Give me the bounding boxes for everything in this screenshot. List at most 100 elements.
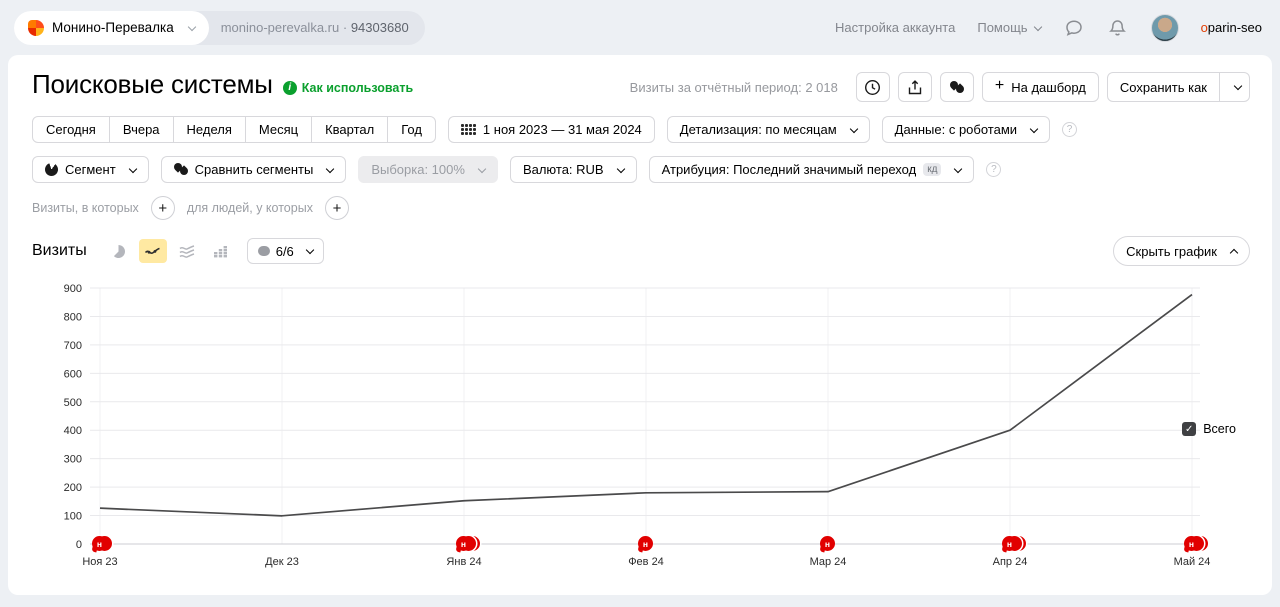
x-axis-label: Мар 24 [810,556,847,568]
compare-segments-icon [172,161,190,177]
page-title: Поисковые системы [32,69,273,99]
counter-domain: monino-perevalka.ru [220,20,340,35]
save-as-button[interactable]: Сохранить как [1106,72,1220,102]
how-to-use-link[interactable]: i Как использовать [282,80,414,95]
period-total-value: 2 018 [805,79,838,95]
counter-switcher[interactable]: Монино-Перевалка [14,10,209,45]
how-to-use-label: Как использовать [301,80,414,95]
visits-condition-label: Визиты, в которых [32,201,139,215]
add-visit-condition-button[interactable]: + [150,196,175,220]
schedule-button[interactable] [855,72,890,102]
export-button[interactable] [897,72,932,102]
meta-separator: · [342,20,348,35]
quick-range-button[interactable]: Год [387,116,436,143]
visits-line-chart[interactable]: 0 100 200 300 400 500 600 700 800 900 Ноя 23 Дек 23… [42,274,1212,574]
annotation-bubble-icon: н [1184,536,1199,551]
sampling-button[interactable]: Выборка: 100% [358,156,498,183]
chevron-down-icon [326,164,335,173]
detalization-button[interactable]: Детализация: по месяцам [666,116,870,143]
date-range-label: 1 ноя 2023 — 31 мая 2024 [482,122,642,137]
chart-type-area-icon[interactable] [173,239,201,263]
help-question-icon[interactable]: ? [986,162,1002,177]
quick-range-group: Сегодня Вчера Неделя Месяц Квартал Год [32,116,436,143]
svg-text:700: 700 [64,340,82,352]
legend-total-label: Всего [1203,422,1236,436]
feedback-button[interactable] [939,72,974,102]
account-settings-link[interactable]: Настройка аккаунта [835,20,955,35]
comment-icon [257,246,270,256]
add-people-condition-button[interactable]: + [324,196,349,220]
annotation-marker[interactable]: н [456,536,480,551]
chart-type-pie-icon[interactable] [105,239,133,263]
annotation-marker[interactable]: н [1002,536,1026,551]
help-question-icon[interactable]: ? [1062,122,1078,137]
username-rest: parin-seo [1207,20,1262,35]
checkbox-checked-icon[interactable]: ✓ [1182,422,1197,436]
chat-icon[interactable] [1063,17,1085,39]
chart-zone: 0 100 200 300 400 500 600 700 800 900 Ноя 23 Дек 23… [32,270,1250,600]
svg-text:0: 0 [76,539,82,551]
period-total-label: Визиты за отчётный период: [629,79,802,95]
compare-segments-button[interactable]: Сравнить сегменты [160,156,347,183]
currency-button[interactable]: Валюта: RUB [509,156,637,183]
x-axis-label: Фев 24 [628,556,664,568]
annotation-bubble-icon: н [456,536,471,551]
chevron-down-icon [849,124,858,133]
chevron-down-icon [1233,81,1243,91]
segment-button[interactable]: Сегмент [32,156,149,183]
period-total: Визиты за отчётный период: 2 018 [630,80,838,95]
sampling-label: Выборка: 100% [371,162,465,177]
quick-range-button[interactable]: Месяц [244,116,313,143]
attribution-label: Атрибуция: Последний значимый переход [661,162,917,177]
annotation-marker[interactable]: н [638,536,653,551]
report-card: Поисковые системы i Как использовать Виз… [8,55,1272,595]
counter-pill: Монино-Перевалка monino-perevalka.ru · 9… [14,10,425,45]
username-first-letter: o [1200,20,1208,35]
to-dashboard-button[interactable]: + На дашборд [981,72,1099,102]
comments-dropdown-button[interactable]: 6/6 [246,238,324,264]
hide-chart-label: Скрыть график [1126,243,1217,259]
bell-icon[interactable] [1107,17,1129,39]
chevron-down-icon [954,164,963,173]
annotation-marker[interactable]: н [820,536,835,551]
plus-icon: + [994,77,1005,94]
chart-type-line-icon[interactable] [138,239,167,263]
chevron-down-icon [1033,22,1042,31]
quick-range-button[interactable]: Сегодня [32,116,110,143]
help-menu[interactable]: Помощь [977,20,1042,35]
svg-text:800: 800 [64,311,82,323]
counter-id: 94303680 [350,20,409,35]
save-as-menu-button[interactable] [1220,72,1250,102]
to-dashboard-label: На дашборд [1011,79,1086,95]
metrica-logo-icon [28,19,44,36]
avatar[interactable] [1150,13,1179,42]
help-label: Помощь [977,20,1028,35]
save-as-label: Сохранить как [1119,79,1207,95]
chevron-down-icon [187,22,196,31]
comments-count: 6/6 [275,243,294,259]
annotation-marker[interactable]: н [1184,536,1208,551]
data-mode-button[interactable]: Данные: с роботами [881,116,1051,143]
date-range-button[interactable]: 1 ноя 2023 — 31 мая 2024 [447,116,655,143]
info-icon: i [282,80,297,95]
top-header: Монино-Перевалка monino-perevalka.ru · 9… [0,0,1280,55]
quick-range-button[interactable]: Неделя [172,116,246,143]
chevron-down-icon [305,245,315,255]
visits-chart[interactable]: 0 100 200 300 400 500 600 700 800 900 Ноя 23 Дек 23… [42,274,1212,574]
legend-total[interactable]: ✓ Всего [1182,422,1236,436]
username[interactable]: oparin-seo [1201,20,1262,35]
hide-chart-button[interactable]: Скрыть график [1113,236,1250,266]
quick-range-button[interactable]: Вчера [108,116,174,143]
currency-label: Валюта: RUB [522,162,604,177]
chevron-down-icon [477,164,487,173]
annotation-marker[interactable]: н [92,536,112,551]
attribution-button[interactable]: Атрибуция: Последний значимый переход кд [648,156,975,183]
svg-text:900: 900 [64,283,82,295]
chart-type-columns-icon[interactable] [207,239,235,263]
counter-name: Монино-Перевалка [52,20,174,35]
x-axis-label: Дек 23 [265,556,299,568]
segment-label: Сегмент [65,162,116,177]
thumbs-icon [948,78,966,95]
chevron-down-icon [1029,124,1039,133]
quick-range-button[interactable]: Квартал [311,116,389,143]
